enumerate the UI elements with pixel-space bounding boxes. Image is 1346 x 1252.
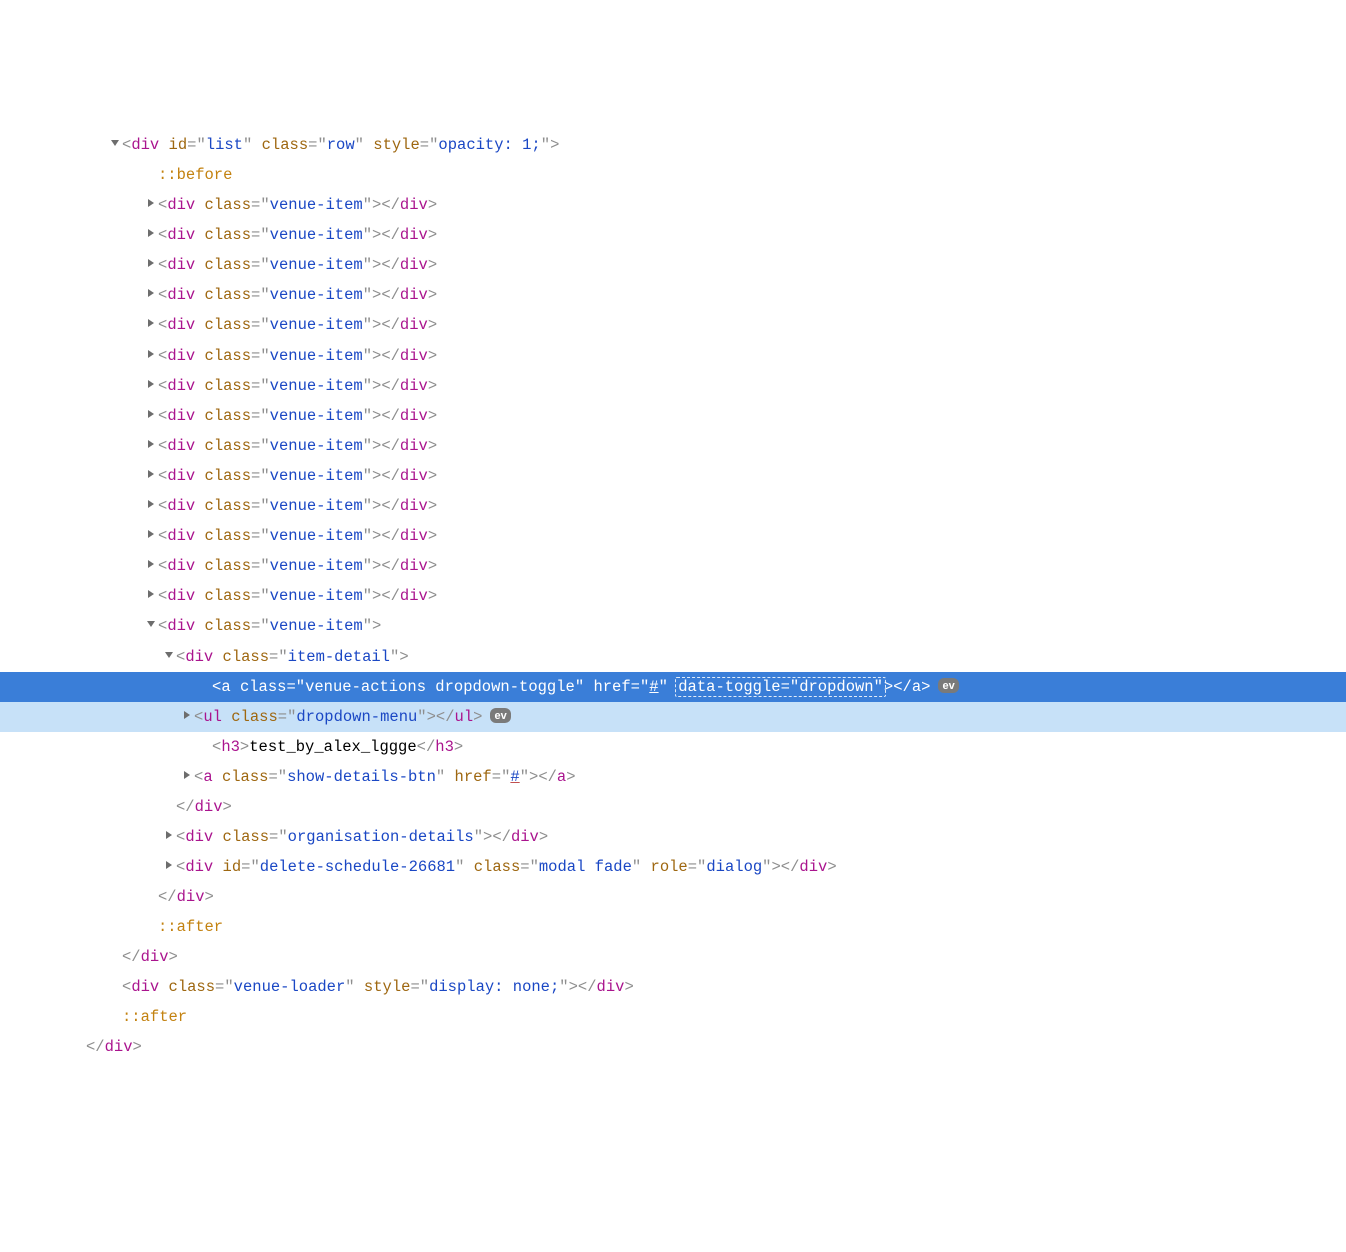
dom-tree-row[interactable]: <div class="venue-item"></div>	[0, 220, 1346, 250]
event-listener-badge[interactable]: ev	[490, 708, 510, 723]
dom-tree-row[interactable]: <div id="delete-schedule-26681" class="m…	[0, 852, 1346, 882]
dom-tree-row[interactable]: </div>	[0, 1032, 1346, 1062]
dom-tree-row[interactable]: </div>	[0, 882, 1346, 912]
dom-tree-row[interactable]: ::after	[0, 1002, 1346, 1032]
expand-toggle-icon[interactable]	[162, 641, 176, 671]
dom-tree-row[interactable]: <div class="venue-item"></div>	[0, 190, 1346, 220]
expand-toggle-icon[interactable]	[144, 460, 158, 490]
dom-tree-row[interactable]: </div>	[0, 792, 1346, 822]
dom-tree-row[interactable]: <div id="list" class="row" style="opacit…	[0, 130, 1346, 160]
dom-tree-row[interactable]: <div class="venue-item">	[0, 611, 1346, 641]
dom-tree-row[interactable]: <div class="venue-item"></div>	[0, 250, 1346, 280]
dom-tree-row[interactable]: <div class="venue-item"></div>	[0, 371, 1346, 401]
dom-tree-row[interactable]: <div class="venue-item"></div>	[0, 280, 1346, 310]
dom-tree-row[interactable]: <div class="item-detail">	[0, 642, 1346, 672]
expand-toggle-icon[interactable]	[144, 580, 158, 610]
dom-tree-row[interactable]: <div class="venue-item"></div>	[0, 521, 1346, 551]
expand-toggle-icon[interactable]	[162, 851, 176, 881]
expand-toggle-icon[interactable]	[144, 490, 158, 520]
dom-tree-row[interactable]: <div class="venue-item"></div>	[0, 461, 1346, 491]
dom-tree-row[interactable]: <div class="venue-item"></div>	[0, 310, 1346, 340]
dom-tree-row[interactable]: ::before	[0, 160, 1346, 190]
expand-toggle-icon[interactable]	[144, 340, 158, 370]
expand-toggle-icon[interactable]	[162, 821, 176, 851]
expand-toggle-icon[interactable]	[180, 761, 194, 791]
dom-tree-row[interactable]: <div class="venue-item"></div>	[0, 551, 1346, 581]
dom-tree-row[interactable]: <div class="organisation-details"></div>	[0, 822, 1346, 852]
expand-toggle-icon[interactable]	[144, 219, 158, 249]
dom-tree-row[interactable]: <div class="venue-item"></div>	[0, 431, 1346, 461]
dom-tree-row[interactable]: <div class="venue-loader" style="display…	[0, 972, 1346, 1002]
dom-tree-row[interactable]: <a class="show-details-btn" href="#"></a…	[0, 762, 1346, 792]
dom-tree[interactable]: <div id="list" class="row" style="opacit…	[0, 130, 1346, 1062]
expand-toggle-icon[interactable]	[144, 430, 158, 460]
event-listener-badge[interactable]: ev	[938, 678, 958, 693]
expand-toggle-icon[interactable]	[144, 249, 158, 279]
expand-toggle-icon[interactable]	[144, 189, 158, 219]
dom-tree-row[interactable]: <div class="venue-item"></div>	[0, 341, 1346, 371]
expand-toggle-icon[interactable]	[144, 520, 158, 550]
expand-toggle-icon[interactable]	[180, 701, 194, 731]
dom-tree-row[interactable]: <a class="venue-actions dropdown-toggle"…	[0, 672, 1346, 702]
expand-toggle-icon[interactable]	[144, 279, 158, 309]
dom-tree-row[interactable]: <div class="venue-item"></div>	[0, 491, 1346, 521]
dom-tree-row[interactable]: <ul class="dropdown-menu"></ul>ev	[0, 702, 1346, 732]
dom-tree-row[interactable]: <h3>test_by_alex_lggge</h3>	[0, 732, 1346, 762]
dom-tree-row[interactable]: <div class="venue-item"></div>	[0, 401, 1346, 431]
expand-toggle-icon[interactable]	[144, 610, 158, 640]
dom-tree-row[interactable]: </div>	[0, 942, 1346, 972]
expand-toggle-icon[interactable]	[144, 309, 158, 339]
expand-toggle-icon[interactable]	[144, 370, 158, 400]
expand-toggle-icon[interactable]	[108, 129, 122, 159]
expand-toggle-icon[interactable]	[144, 400, 158, 430]
dom-tree-row[interactable]: <div class="venue-item"></div>	[0, 581, 1346, 611]
dom-tree-row[interactable]: ::after	[0, 912, 1346, 942]
expand-toggle-icon[interactable]	[144, 550, 158, 580]
